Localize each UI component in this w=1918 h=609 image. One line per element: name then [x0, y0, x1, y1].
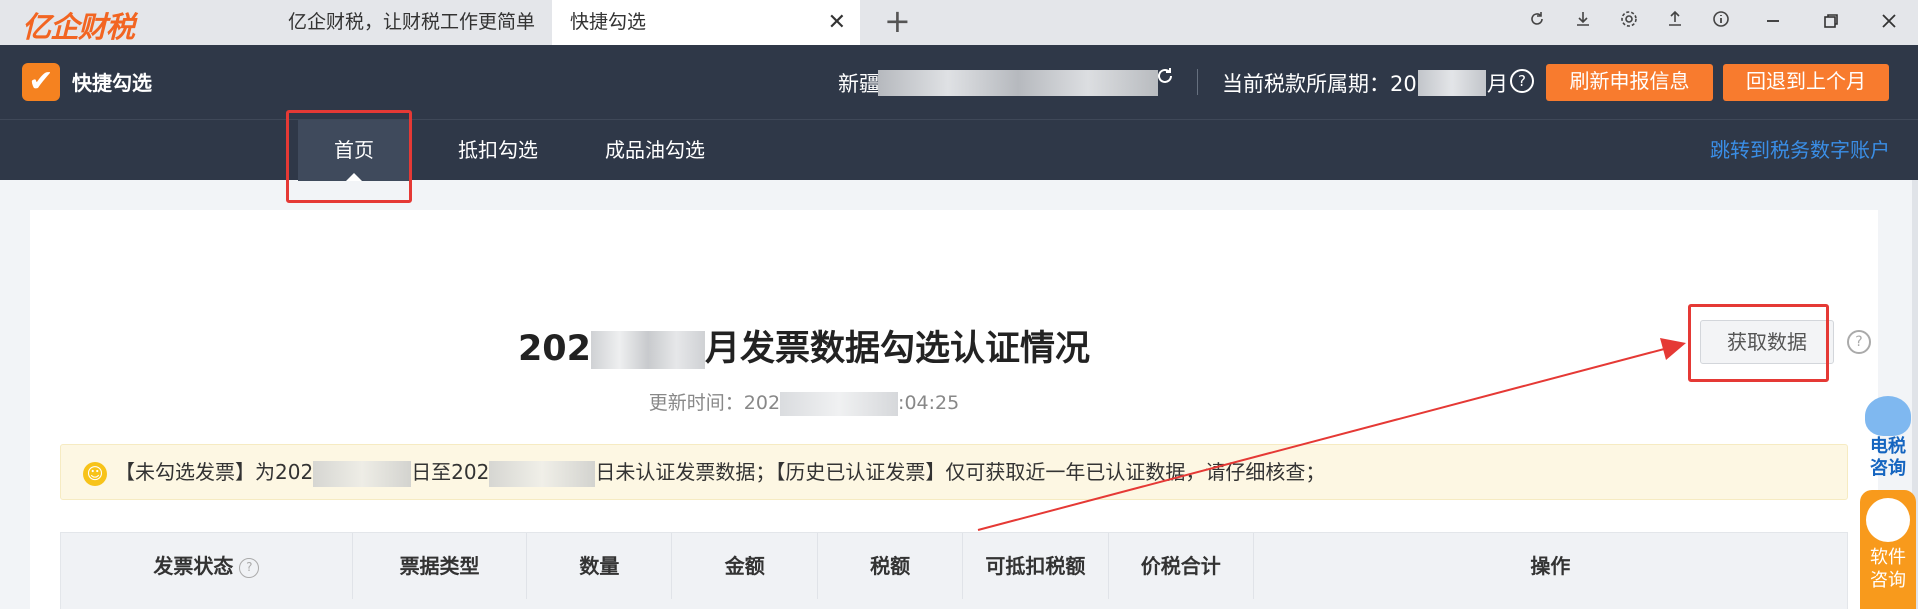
nav-oil-select[interactable]: 成品油勾选	[590, 120, 720, 181]
redacted-date1	[313, 460, 412, 487]
redacted-date2	[489, 460, 596, 487]
software-consult-widget[interactable]: 软件 咨询	[1860, 490, 1916, 609]
page-title: 202 月发票数据勾选认证情况	[30, 320, 1578, 371]
robot-icon	[1865, 396, 1911, 436]
settings-icon[interactable]	[1606, 0, 1652, 45]
notice-part1: 【未勾选发票】为202	[115, 460, 314, 484]
nav-deduction-select[interactable]: 抵扣勾选	[436, 120, 560, 181]
tax-period-label: 当前税款所属期：20	[1222, 72, 1417, 96]
back-to-last-month-button[interactable]: 回退到上个月	[1723, 64, 1889, 101]
col-tax: 税额	[818, 533, 963, 599]
period-help-icon[interactable]: ?	[1510, 69, 1534, 93]
close-icon[interactable]	[1860, 0, 1918, 45]
col-actions: 操作	[1530, 554, 1571, 578]
notice-part2: 日至202	[411, 460, 490, 484]
digital-account-link[interactable]: 跳转到税务数字账户	[1710, 120, 1890, 180]
refresh-company-icon[interactable]	[1154, 65, 1176, 93]
minimize-icon[interactable]	[1744, 0, 1802, 45]
mascot-icon	[1866, 498, 1910, 542]
window-controls	[1514, 0, 1918, 45]
redacted-time	[780, 391, 899, 416]
divider	[1197, 69, 1198, 95]
notice-part3: 日未认证发票数据；【历史已认证发票】仅可获取近一年已认证数据，请仔细核查；	[595, 460, 1326, 484]
checkmark-logo-icon: ✔	[22, 63, 60, 101]
tax-period-suffix: 月	[1487, 72, 1508, 96]
redacted-company	[878, 70, 1158, 96]
col-amount: 金额	[672, 533, 819, 599]
tab-label: 亿企财税，让财税工作更简单	[288, 11, 536, 33]
annotation-box-home	[286, 110, 412, 203]
col-bill-type: 票据类型	[353, 533, 528, 599]
update-suffix: :04:25	[898, 392, 960, 414]
col-total: 价税合计	[1109, 533, 1254, 599]
share-icon[interactable]	[1652, 0, 1698, 45]
tab-label: 快捷勾选	[570, 11, 647, 33]
refresh-icon[interactable]	[1514, 0, 1560, 45]
tax-consult-label: 电税 咨询	[1870, 436, 1906, 479]
invoice-table-header: 发票状态? 票据类型 数量 金额 税额 可抵扣税额 价税合计 操作	[60, 532, 1848, 609]
app-name: 快捷勾选	[72, 71, 152, 95]
info-icon[interactable]	[1698, 0, 1744, 45]
redacted-title	[591, 331, 706, 369]
update-prefix: 更新时间：202	[648, 392, 781, 414]
smile-icon: ☺	[83, 461, 107, 486]
col-count: 数量	[527, 533, 673, 599]
company-name: 新疆	[838, 72, 880, 96]
title-prefix: 202	[517, 329, 592, 369]
app-header: ✔ 快捷勾选 新疆 当前税款所属期：20 月 ? 刷新申报信息 回退到上个月	[0, 45, 1918, 119]
col-invoice-status: 发票状态?	[61, 533, 353, 599]
redacted-period	[1418, 70, 1486, 96]
status-help-icon[interactable]: ?	[239, 557, 260, 578]
update-time: 更新时间：202 :04:25	[30, 388, 1578, 416]
tab-quick-select[interactable]: 快捷勾选 ✕	[552, 0, 860, 45]
col-label: 发票状态	[153, 554, 234, 578]
browser-logo: 亿企财税	[22, 10, 135, 44]
annotation-box-fetch	[1688, 304, 1829, 382]
software-consult-label: 软件 咨询	[1870, 547, 1906, 591]
notice-banner: ☺ 【未勾选发票】为202 日至202 日未认证发票数据；【历史已认证发票】仅可获取近…	[60, 444, 1848, 500]
download-icon[interactable]	[1560, 0, 1606, 45]
title-suffix: 月发票数据勾选认证情况	[705, 329, 1091, 369]
main-card: 202 月发票数据勾选认证情况 更新时间：202:04:25 获取数据 ? ☺ 【未…	[30, 210, 1878, 609]
refresh-declaration-button[interactable]: 刷新申报信息	[1546, 64, 1713, 101]
fetch-help-icon[interactable]: ?	[1847, 330, 1871, 354]
tab-close-icon[interactable]: ✕	[828, 0, 846, 45]
tab-yiqi-home[interactable]: 亿企财税，让财税工作更简单	[272, 0, 552, 45]
tax-consult-widget[interactable]: 电税 咨询	[1860, 396, 1916, 488]
col-deductible-tax: 可抵扣税额	[963, 533, 1109, 599]
browser-tab-bar: 亿企财税 亿企财税，让财税工作更简单 快捷勾选 ✕ +	[0, 0, 1918, 45]
new-tab-icon[interactable]: +	[884, 0, 911, 43]
restore-icon[interactable]	[1802, 0, 1860, 45]
